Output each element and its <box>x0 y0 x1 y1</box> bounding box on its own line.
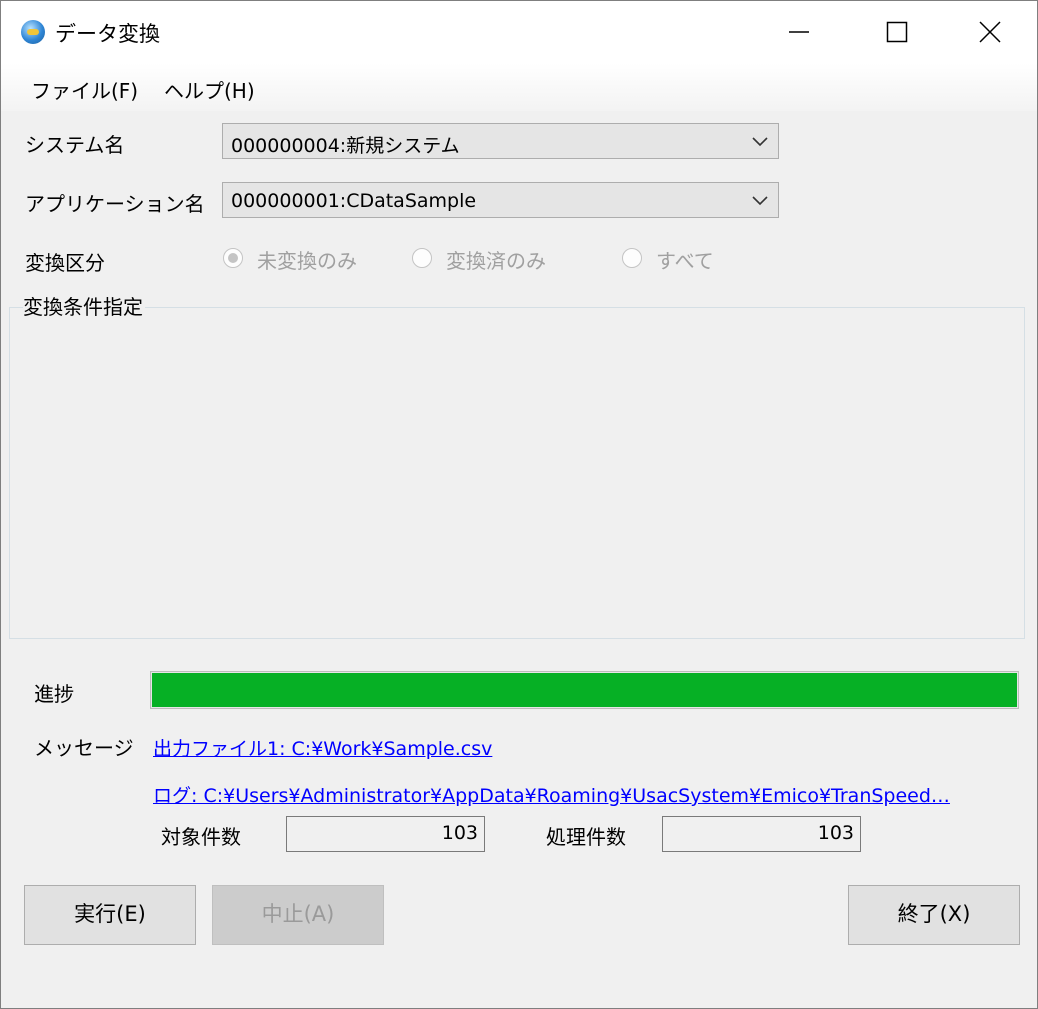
processed-count-label: 処理件数 <box>546 825 626 849</box>
radio-circle <box>412 248 432 268</box>
radio-circle <box>622 248 642 268</box>
abort-button[interactable]: 中止(A) <box>212 885 384 945</box>
title-bar[interactable]: データ変換 <box>1 1 1037 63</box>
processed-count-field: 103 <box>662 816 861 852</box>
progress-bar <box>150 671 1019 709</box>
maximize-button[interactable] <box>851 1 943 63</box>
menu-help[interactable]: ヘルプ(H) <box>164 75 255 104</box>
exit-button[interactable]: 終了(X) <box>848 885 1020 945</box>
system-name-label: システム名 <box>25 133 125 157</box>
output-file-link[interactable]: 出力ファイル1: C:¥Work¥Sample.csv <box>153 734 492 761</box>
radio-label: すべて <box>656 249 714 273</box>
application-name-dropdown[interactable]: 000000001:CDataSample <box>222 182 779 218</box>
application-name-label: アプリケーション名 <box>25 192 205 216</box>
radio-dot <box>228 253 238 263</box>
app-window: データ変換 ファイル(F) ヘルプ(H) システム名 000000004:新規シ… <box>0 0 1038 1009</box>
chevron-down-icon <box>752 137 768 147</box>
menu-bar: ファイル(F) ヘルプ(H) <box>1 63 1037 111</box>
chevron-down-icon <box>752 196 768 206</box>
message-label: メッセージ <box>34 736 134 760</box>
system-name-dropdown[interactable]: 000000004:新規システム <box>222 123 779 159</box>
log-file-link[interactable]: ログ: C:¥Users¥Administrator¥AppData¥Roami… <box>153 781 950 808</box>
target-count-label: 対象件数 <box>161 825 241 849</box>
radio-label: 未変換のみ <box>257 249 357 273</box>
close-icon <box>979 21 1001 43</box>
conversion-type-label: 変換区分 <box>25 251 105 275</box>
menu-file[interactable]: ファイル(F) <box>31 75 138 104</box>
application-name-value: 000000001:CDataSample <box>231 190 477 212</box>
minimize-icon <box>789 31 809 33</box>
system-name-value: 000000004:新規システム <box>231 135 460 157</box>
target-count-field: 103 <box>286 816 485 852</box>
minimize-button[interactable] <box>753 1 845 63</box>
maximize-icon <box>886 21 908 43</box>
run-button[interactable]: 実行(E) <box>24 885 196 945</box>
close-button[interactable] <box>944 1 1036 63</box>
conversion-conditions-title: 変換条件指定 <box>23 291 145 320</box>
window-title: データ変換 <box>55 22 160 46</box>
progress-label: 進捗 <box>34 682 74 706</box>
progress-fill <box>152 673 1017 707</box>
conversion-conditions-group <box>9 307 1025 639</box>
app-logo-icon <box>21 20 45 44</box>
radio-label: 変換済のみ <box>446 249 546 273</box>
radio-circle <box>223 248 243 268</box>
